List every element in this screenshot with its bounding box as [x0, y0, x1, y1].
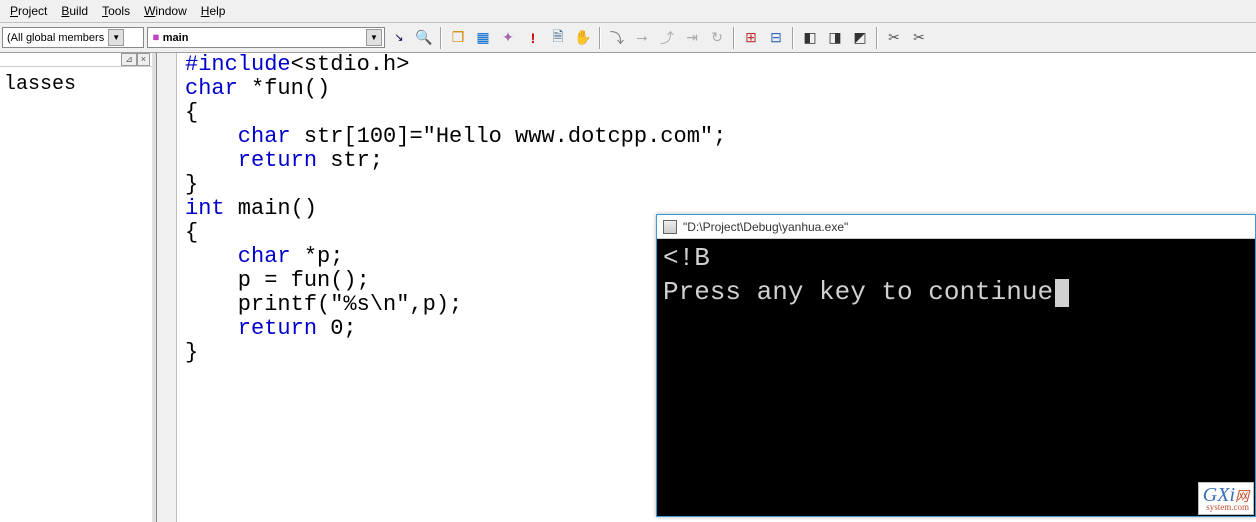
misc2-icon[interactable]: ✂ [908, 27, 930, 49]
menu-bar: PProjectroject Build Tools Window Help [0, 0, 1256, 23]
win1-icon[interactable]: ◧ [799, 27, 821, 49]
panel-pin-icon[interactable]: ⊿ [121, 53, 137, 66]
symbol-combo[interactable]: ◆ main ▼ [147, 27, 385, 48]
menu-window[interactable]: Window [138, 2, 193, 20]
restart-icon[interactable]: ↻ [706, 27, 728, 49]
cursor-icon [1055, 279, 1069, 307]
win2-icon[interactable]: ◨ [824, 27, 846, 49]
menu-help[interactable]: Help [195, 2, 232, 20]
hand-icon[interactable]: ✋ [572, 27, 594, 49]
search-icon[interactable]: 🔍 [413, 27, 435, 49]
class-view-panel: ⊿ × lasses [0, 53, 156, 522]
console-title-text: "D:\Project\Debug\yanhua.exe" [683, 220, 848, 234]
win3-icon[interactable]: ◩ [849, 27, 871, 49]
console-output: <!B Press any key to continue [657, 239, 1255, 516]
menu-build[interactable]: Build [55, 2, 94, 20]
classes-label: lasses [0, 67, 152, 102]
panel-close-icon[interactable]: × [137, 53, 150, 66]
console-titlebar[interactable]: "D:\Project\Debug\yanhua.exe" [657, 215, 1255, 239]
wand-icon[interactable]: ✦ [497, 27, 519, 49]
chevron-down-icon[interactable]: ▼ [108, 29, 124, 46]
chevron-down-icon[interactable]: ▼ [366, 29, 382, 46]
scope-combo-text: (All global members [7, 32, 104, 44]
goto-icon[interactable]: ↘ [388, 27, 410, 49]
doc-icon[interactable]: 🗎 [547, 27, 569, 49]
toolbar: (All global members ▼ ◆ main ▼ ↘ 🔍 ❒ ▦ ✦… [0, 23, 1256, 53]
step-out-icon[interactable]: ⤴ [656, 27, 678, 49]
grid-icon[interactable]: ▦ [472, 27, 494, 49]
symbol-combo-text: main [163, 32, 362, 44]
exclaim-icon[interactable]: ! [522, 27, 544, 49]
menu-tools[interactable]: Tools [96, 2, 136, 20]
editor-gutter [157, 53, 177, 522]
step-over-icon[interactable]: ⭢ [631, 27, 653, 49]
watermark-logo: GXi网 system.com [1198, 482, 1254, 515]
misc1-icon[interactable]: ✂ [883, 27, 905, 49]
console-app-icon [663, 220, 677, 234]
console-window[interactable]: "D:\Project\Debug\yanhua.exe" <!B Press … [656, 214, 1256, 517]
run-to-icon[interactable]: ⇥ [681, 27, 703, 49]
tree2-icon[interactable]: ⊟ [765, 27, 787, 49]
diamond-icon: ◆ [149, 31, 162, 44]
menu-project[interactable]: PProjectroject [4, 2, 53, 20]
stack-icon[interactable]: ❒ [447, 27, 469, 49]
step-into-icon[interactable]: ⤵ [606, 27, 628, 49]
scope-combo[interactable]: (All global members ▼ [2, 27, 144, 48]
tree-icon[interactable]: ⊞ [740, 27, 762, 49]
